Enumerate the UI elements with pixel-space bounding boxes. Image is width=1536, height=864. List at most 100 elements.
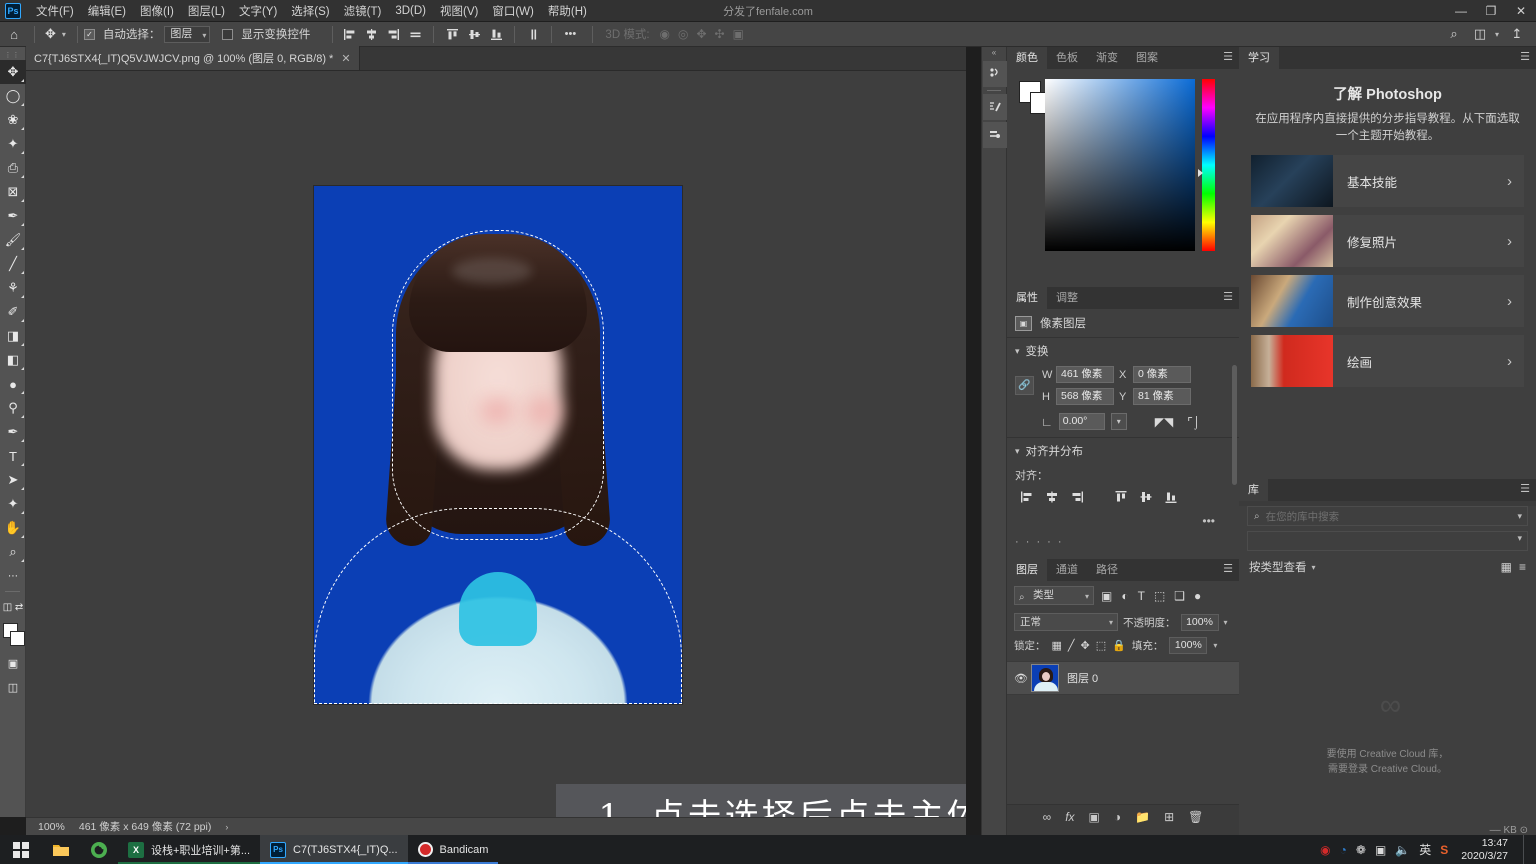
y-input[interactable]: 81 像素: [1133, 388, 1191, 405]
shape-tool[interactable]: ✦: [0, 492, 26, 516]
tab-layers[interactable]: 图层: [1007, 559, 1047, 581]
layer-name[interactable]: 图层 0: [1067, 670, 1098, 686]
chevron-down-icon[interactable]: ▾: [1517, 533, 1522, 544]
quick-mask-icon[interactable]: ▣: [0, 651, 26, 675]
layer-thumbnail[interactable]: [1031, 664, 1059, 692]
library-view-label[interactable]: 按类型查看: [1249, 559, 1307, 575]
learn-item-basic-skills[interactable]: 基本技能 ›: [1251, 155, 1524, 207]
filter-smart-object-icon[interactable]: ❑: [1172, 589, 1187, 603]
hue-strip[interactable]: [1202, 79, 1215, 251]
taskbar-app-bandicam[interactable]: Bandicam: [407, 835, 499, 864]
chevron-right-icon[interactable]: ›: [1507, 293, 1512, 310]
lock-image-icon[interactable]: ╱: [1068, 639, 1075, 652]
new-layer-icon[interactable]: ⊞: [1164, 810, 1174, 824]
delete-layer-icon[interactable]: 🗑: [1188, 810, 1203, 824]
link-icon[interactable]: 🔗: [1015, 376, 1034, 395]
cloud-tray-icon[interactable]: ◔: [1340, 843, 1347, 857]
type-tool[interactable]: T: [0, 444, 26, 468]
grid-view-icon[interactable]: ▦: [1501, 560, 1512, 574]
new-group-icon[interactable]: 📁: [1135, 810, 1150, 824]
path-selection-tool[interactable]: ➤: [0, 468, 26, 492]
layer-mask-icon[interactable]: ▣: [1089, 810, 1100, 824]
filter-type-icon[interactable]: T: [1136, 589, 1147, 603]
panel-menu-icon[interactable]: ☰: [1223, 52, 1233, 63]
layer-style-icon[interactable]: fx: [1065, 810, 1074, 824]
screen-mode-icon[interactable]: ◫: [0, 675, 26, 699]
home-icon[interactable]: ⌂: [0, 27, 28, 42]
angle-input[interactable]: 0.00°: [1058, 413, 1105, 430]
chevron-down-icon[interactable]: ▾: [1110, 413, 1127, 430]
align-section-header[interactable]: ▾ 对齐并分布: [1007, 437, 1239, 464]
transform-section-header[interactable]: ▾ 变换: [1007, 337, 1239, 364]
library-selector-dropdown[interactable]: ▾: [1247, 531, 1528, 551]
x-input[interactable]: 0 像素: [1133, 366, 1191, 383]
tab-channels[interactable]: 通道: [1047, 559, 1087, 581]
adjustment-layer-icon[interactable]: ◑: [1114, 810, 1121, 824]
background-color-swatch[interactable]: [10, 631, 25, 646]
fill-input[interactable]: 100%: [1169, 637, 1208, 654]
healing-brush-tool[interactable]: 🖌: [0, 228, 26, 252]
link-layers-icon[interactable]: ∞: [1043, 810, 1052, 824]
show-desktop-button[interactable]: [1523, 835, 1530, 864]
align-middle-v-icon[interactable]: [1136, 487, 1156, 506]
minimize-button[interactable]: —: [1446, 0, 1476, 22]
taskbar-app-excel[interactable]: X 设栈+职业培训+第...: [118, 835, 261, 864]
ime-tray-icon[interactable]: 英: [1419, 841, 1431, 858]
panel-menu-icon[interactable]: ☰: [1520, 484, 1530, 495]
volume-tray-icon[interactable]: 🔈: [1395, 843, 1410, 857]
default-colors-icon[interactable]: ◫ ⇄: [0, 595, 26, 619]
workspace-icon[interactable]: ◫: [1467, 26, 1493, 42]
history-panel-icon[interactable]: [983, 61, 1007, 87]
browser-icon[interactable]: [80, 835, 118, 864]
chevron-down-icon[interactable]: ▾: [1517, 511, 1522, 522]
crop-tool[interactable]: ⎙: [0, 156, 26, 180]
chevron-right-icon[interactable]: ›: [1507, 173, 1512, 190]
menu-select[interactable]: 选择(S): [284, 0, 336, 22]
menu-layer[interactable]: 图层(L): [181, 0, 232, 22]
align-left-edges-icon[interactable]: [339, 25, 359, 44]
learn-item-creative-effects[interactable]: 制作创意效果 ›: [1251, 275, 1524, 327]
chevron-down-icon[interactable]: ▾: [1015, 346, 1020, 357]
lasso-tool[interactable]: ❀: [0, 108, 26, 132]
opacity-input[interactable]: 100%: [1180, 613, 1219, 631]
sogou-tray-icon[interactable]: S: [1440, 843, 1448, 857]
library-search-field[interactable]: ⌕ 在您的库中搜索 ▾: [1247, 506, 1528, 526]
menu-help[interactable]: 帮助(H): [541, 0, 594, 22]
align-more-button[interactable]: •••: [1007, 512, 1239, 532]
menu-image[interactable]: 图像(I): [133, 0, 181, 22]
tab-libraries[interactable]: 库: [1239, 479, 1268, 501]
eraser-tool[interactable]: ◨: [0, 324, 26, 348]
brush-presets-icon[interactable]: [983, 122, 1007, 148]
collapse-panels-icon[interactable]: «: [982, 47, 1006, 59]
more-options-button[interactable]: •••: [560, 25, 580, 44]
lock-transparent-icon[interactable]: ▦: [1052, 639, 1062, 652]
auto-select-dropdown[interactable]: 图层: [164, 25, 211, 43]
chevron-right-icon[interactable]: ›: [1507, 233, 1512, 250]
properties-scrollbar[interactable]: [1232, 365, 1237, 485]
align-vertical-centers-icon[interactable]: [464, 25, 484, 44]
tab-paths[interactable]: 路径: [1087, 559, 1127, 581]
align-horizontal-centers-icon[interactable]: [361, 25, 381, 44]
distribute-horizontal-icon[interactable]: [405, 25, 425, 44]
learn-item-retouch-photos[interactable]: 修复照片 ›: [1251, 215, 1524, 267]
chevron-right-icon[interactable]: ›: [1507, 353, 1512, 370]
blend-mode-dropdown[interactable]: 正常: [1014, 613, 1118, 631]
marquee-tool[interactable]: ◯: [0, 84, 26, 108]
lock-all-icon[interactable]: 🔒: [1112, 639, 1126, 652]
filter-pixel-icon[interactable]: ▣: [1099, 589, 1114, 603]
close-icon[interactable]: ✕: [341, 52, 350, 65]
dodge-tool[interactable]: ⚲: [0, 396, 26, 420]
height-input[interactable]: 568 像素: [1056, 388, 1114, 405]
lock-position-icon[interactable]: ✥: [1081, 639, 1090, 652]
distribute-vertical-icon[interactable]: [523, 25, 543, 44]
hue-marker[interactable]: [1198, 169, 1203, 177]
filter-toggle-icon[interactable]: ●: [1192, 589, 1203, 603]
align-bottom-icon[interactable]: [1161, 487, 1181, 506]
layer-visibility-icon[interactable]: 👁: [1011, 672, 1031, 685]
panel-menu-icon[interactable]: ☰: [1223, 292, 1233, 303]
auto-select-checkbox[interactable]: ✓: [83, 28, 95, 40]
clone-stamp-tool[interactable]: ⚘: [0, 276, 26, 300]
gradient-tool[interactable]: ◧: [0, 348, 26, 372]
menu-filter[interactable]: 滤镜(T): [337, 0, 389, 22]
file-explorer-icon[interactable]: [42, 835, 80, 864]
